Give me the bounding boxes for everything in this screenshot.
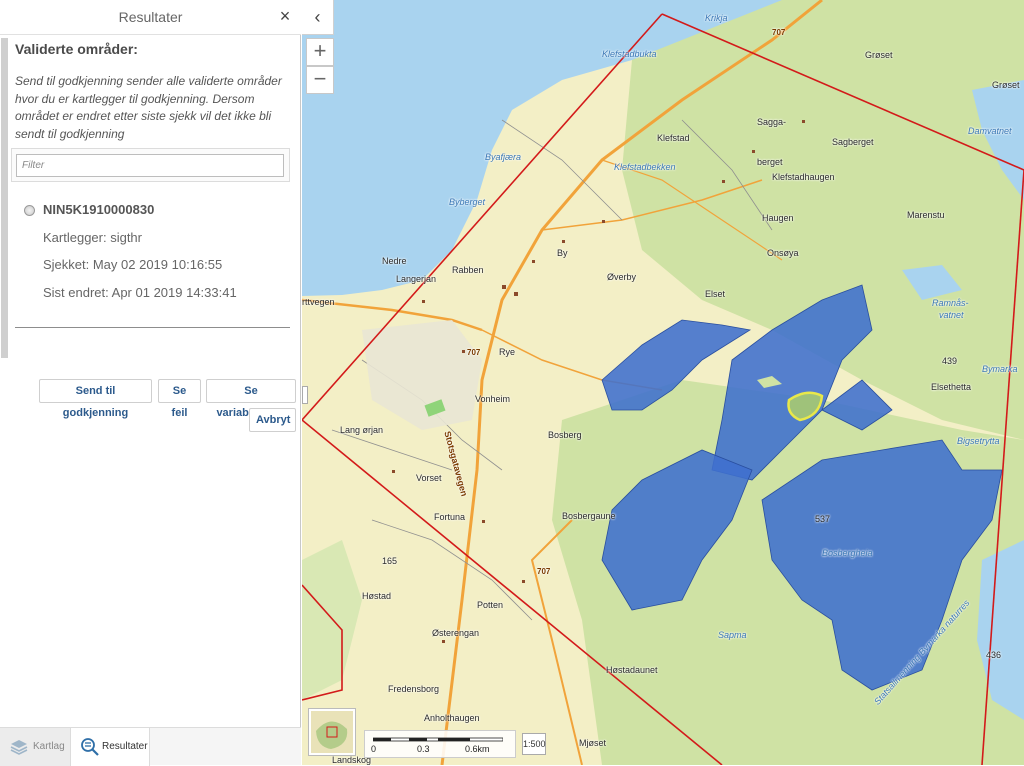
tab-resultater[interactable]: Resultater	[70, 728, 150, 766]
place-label: Klefstadbukta	[602, 49, 657, 59]
place-label: Sapma	[718, 630, 747, 640]
place-label: 165	[382, 556, 398, 566]
place-label: 439	[942, 356, 958, 366]
place-label: Bigsetrytta	[957, 436, 1000, 446]
scale-ticks	[373, 737, 503, 742]
place-label: Øverby	[607, 272, 637, 282]
content-accent-bar	[1, 38, 8, 358]
road-label: 707	[772, 28, 786, 37]
overview-map-thumbnail	[311, 711, 353, 753]
map-view[interactable]: Krikja Klefstadbukta Grøset Grøset Damva…	[302, 0, 1024, 765]
search-list-icon	[81, 738, 99, 756]
place-label: Damvatnet	[968, 126, 1012, 136]
place-label: Bosbergaune	[562, 511, 616, 521]
place-label: Elset	[705, 289, 726, 299]
place-label: vatnet	[939, 310, 964, 320]
place-label: berget	[757, 157, 783, 167]
place-label: Nedre	[382, 256, 407, 266]
collapse-panel-button[interactable]: ‹	[302, 0, 334, 35]
place-label: Vorset	[416, 473, 442, 483]
result-id: NIN5K1910000830	[43, 202, 155, 217]
zoom-in-button[interactable]: +	[306, 38, 334, 66]
result-mapper: Kartlegger: sigthr	[43, 230, 142, 245]
place-label: Sagberget	[832, 137, 874, 147]
place-label: Lang ørjan	[340, 425, 384, 435]
result-changed: Sist endret: Apr 01 2019 14:33:41	[43, 285, 237, 300]
scale-end-label: 0.6km	[465, 744, 490, 754]
place-label: Fredensborg	[388, 684, 440, 694]
filter-container	[11, 148, 290, 182]
place-label: Bosberg	[548, 430, 582, 440]
panel-title: Resultater	[118, 9, 183, 25]
place-label: Haugen	[762, 213, 794, 223]
results-panel: Resultater × Validerte områder: Send til…	[0, 0, 301, 766]
filter-input[interactable]	[16, 154, 284, 177]
place-label: Mjøset	[579, 738, 606, 748]
place-label: By	[557, 248, 568, 258]
place-label: Elsethetta	[931, 382, 972, 392]
place-label: Ramnås-	[932, 298, 969, 308]
place-label: Sagga-	[757, 117, 787, 127]
panel-header: Resultater ×	[0, 0, 301, 35]
send-for-approval-button[interactable]: Send til godkjenning	[39, 379, 152, 419]
divider	[15, 327, 290, 328]
place-label: Rye	[499, 347, 516, 357]
show-errors-button[interactable]: Se feil	[158, 379, 201, 419]
zoom-out-button[interactable]: −	[306, 66, 334, 94]
tab-kartlag-label: Kartlag	[33, 741, 65, 752]
place-label: rttvegen	[302, 297, 335, 307]
place-label: Byafjæra	[485, 152, 522, 162]
show-variable-check-button[interactable]: Se variabelsjekk	[206, 379, 296, 419]
place-label: Østerengan	[432, 628, 480, 638]
scale-bar: 0 0.3 0.6km	[364, 730, 516, 758]
road-label: 707	[467, 348, 481, 357]
result-radio[interactable]	[24, 205, 35, 216]
scale-start-label: 0	[371, 744, 377, 754]
cancel-button[interactable]: Avbryt	[249, 408, 296, 432]
place-label: Langerjan	[396, 274, 437, 284]
place-label: Grøset	[865, 50, 893, 60]
place-label: Bosbergheia	[822, 548, 873, 558]
place-label: Høstad	[362, 591, 392, 601]
place-label: Bymarka	[982, 364, 1018, 374]
place-label: Onsøya	[767, 248, 799, 258]
result-checked: Sjekket: May 02 2019 10:16:55	[43, 257, 223, 272]
scale-ratio-button[interactable]: 1:500	[522, 733, 546, 755]
overview-map[interactable]	[308, 708, 356, 756]
description-text: Send til godkjenning sender alle valider…	[15, 74, 282, 141]
place-label: Marenstu	[907, 210, 945, 220]
place-label: Rabben	[452, 265, 484, 275]
place-label: 537	[815, 514, 831, 524]
place-label: Potten	[477, 600, 504, 610]
layers-icon	[10, 740, 28, 755]
tab-resultater-label: Resultater	[102, 741, 148, 752]
panel-resize-handle[interactable]	[302, 386, 308, 404]
place-label: Klefstadbekken	[614, 162, 676, 172]
section-title: Validerte områder:	[15, 41, 138, 57]
place-label: Vonheim	[475, 394, 511, 404]
place-label: Fortuna	[434, 512, 466, 522]
place-label: Anholthaugen	[424, 713, 480, 723]
place-label: Klefstadhaugen	[772, 172, 835, 182]
road-label: 707	[537, 567, 551, 576]
panel-tabs: Kartlag Resultater	[0, 727, 301, 766]
place-label: 436	[986, 650, 1002, 660]
place-label: Høstadaunet	[606, 665, 658, 675]
place-label: Klefstad	[657, 133, 690, 143]
place-label: Byberget	[449, 197, 486, 207]
list-item[interactable]: NIN5K1910000830 Kartlegger: sigthr Sjekk…	[20, 200, 290, 310]
scale-mid-label: 0.3	[417, 744, 430, 754]
place-label: Grøset	[992, 80, 1020, 90]
tab-kartlag[interactable]: Kartlag	[0, 728, 70, 766]
place-label: Krikja	[705, 13, 728, 23]
close-icon[interactable]: ×	[277, 6, 293, 26]
